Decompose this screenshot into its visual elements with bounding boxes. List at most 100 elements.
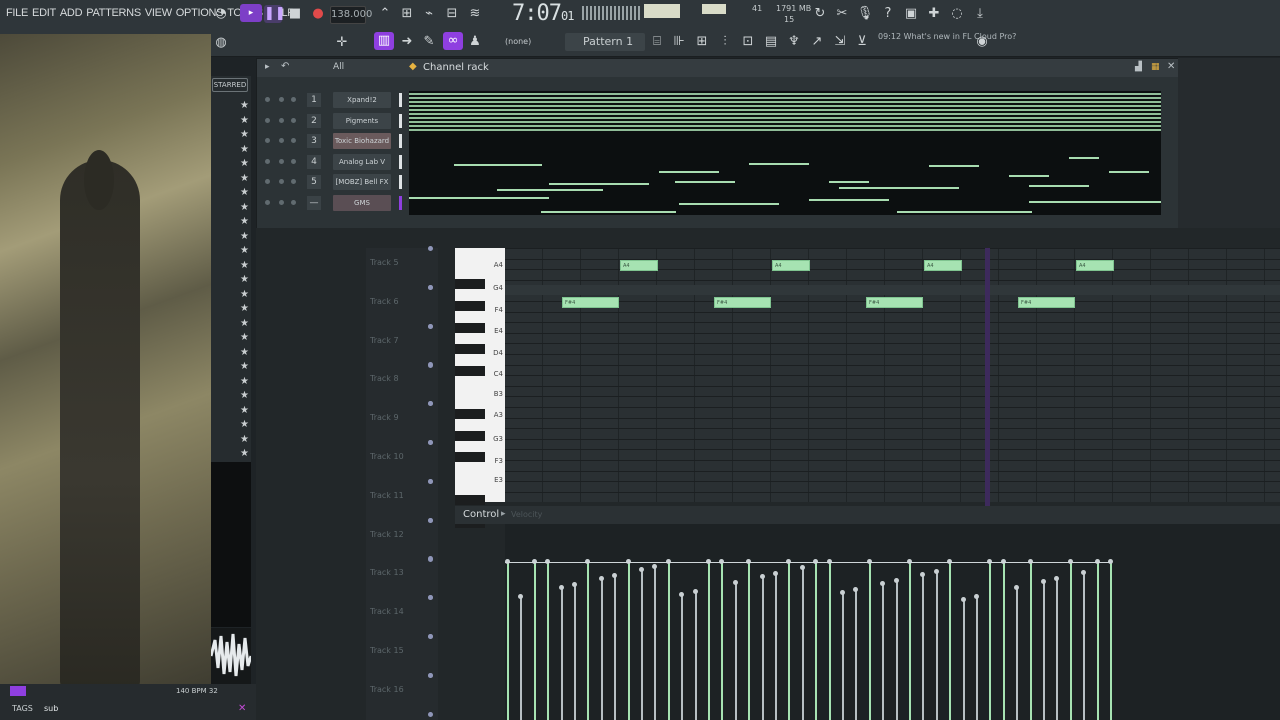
channel-row[interactable]: 3 Toxic Biohazard [257, 132, 1179, 152]
channel-control-dot[interactable] [279, 158, 284, 164]
velocity-bar[interactable] [855, 590, 858, 720]
velocity-bar[interactable] [1029, 562, 1032, 720]
channel-control-dot[interactable] [279, 117, 284, 123]
velocity-bar[interactable] [882, 584, 885, 720]
velocity-bar[interactable] [1096, 562, 1099, 720]
plugin-picker-icon[interactable]: ♆ [785, 33, 803, 51]
channel-control-dot[interactable] [291, 200, 296, 205]
track-label[interactable]: Track 8 [370, 374, 399, 383]
channel-selector-bar[interactable] [399, 196, 402, 210]
black-key[interactable] [455, 495, 485, 505]
cart-icon[interactable]: ⊻ [853, 33, 871, 51]
favorite-star-icon[interactable]: ★ [240, 100, 249, 111]
channel-row[interactable]: 2 Pigments [257, 112, 1179, 132]
velocity-bar[interactable] [868, 562, 871, 720]
velocity-bar[interactable] [520, 597, 523, 720]
velocity-bar[interactable] [761, 577, 764, 720]
velocity-handle[interactable] [1081, 570, 1087, 575]
velocity-bar[interactable] [627, 562, 630, 720]
track-label[interactable]: Track 7 [370, 336, 399, 345]
track-label[interactable]: Track 13 [370, 568, 404, 577]
channel-control-dot[interactable] [265, 200, 270, 205]
black-key[interactable] [455, 431, 485, 441]
velocity-handle[interactable] [558, 585, 564, 590]
channel-row[interactable]: 1 Xpand!2 [257, 91, 1179, 111]
channel-control-dot[interactable] [291, 138, 296, 144]
piano-roll-grid[interactable]: A4 A4 A4 A4 F#4 F#4 F#4 F#4 [505, 248, 1280, 502]
download-icon[interactable]: ⤓ [971, 5, 989, 23]
velocity-bar[interactable] [788, 562, 791, 720]
piano-keyboard[interactable]: A4 G4 F4 E4 D4 C4 B3 A3 G3 F3 E3 [455, 248, 505, 528]
news-hint[interactable]: 09:12 What's new in FL Cloud Pro? [878, 32, 1016, 42]
favorite-star-icon[interactable]: ★ [240, 361, 249, 372]
velocity-bar[interactable] [775, 574, 777, 720]
pattern-selector[interactable]: Pattern 1 [565, 33, 645, 51]
favorite-star-icon[interactable]: ★ [240, 434, 249, 445]
velocity-handle[interactable] [598, 576, 604, 581]
black-key[interactable] [455, 452, 485, 462]
favorite-star-icon[interactable]: ★ [240, 260, 249, 271]
velocity-handle[interactable] [933, 569, 939, 574]
record-button[interactable]: ● [309, 5, 327, 23]
master-pitch-icon[interactable]: ✛ [333, 34, 351, 52]
microphone-icon[interactable]: 🎙 [856, 5, 874, 23]
velocity-handle[interactable] [518, 594, 524, 599]
toolbar-icon-3[interactable]: ⊞ [693, 33, 711, 51]
channel-control-dot[interactable] [265, 158, 270, 164]
velocity-bar[interactable] [641, 570, 643, 720]
channel-control-dot[interactable] [279, 179, 284, 185]
starred-tab[interactable]: STARRED [212, 78, 248, 92]
velocity-bar[interactable] [600, 579, 603, 720]
chat-icon[interactable]: ◌ [948, 5, 966, 23]
velocity-bar[interactable] [734, 583, 737, 720]
favorite-star-icon[interactable]: ★ [240, 405, 249, 416]
velocity-bar[interactable] [1069, 562, 1072, 720]
velocity-handle[interactable] [1041, 579, 1046, 584]
link-tool-icon[interactable]: ∞ [443, 32, 463, 50]
velocity-bar[interactable] [1016, 588, 1019, 720]
channel-control-dot[interactable] [291, 97, 296, 102]
rack-steps-icon[interactable]: ▦ [1151, 62, 1160, 72]
track-mute-dot[interactable] [428, 323, 433, 329]
favorite-star-icon[interactable]: ★ [240, 115, 249, 126]
channel-rack-icon[interactable]: ⊡ [739, 33, 757, 51]
velocity-bar[interactable] [801, 568, 804, 720]
velocity-handle[interactable] [732, 580, 738, 585]
blend-notes-icon[interactable]: ≋ [466, 5, 484, 23]
velocity-handle[interactable] [880, 581, 886, 586]
track-label[interactable]: Track 9 [370, 413, 399, 422]
velocity-handle[interactable] [960, 597, 966, 602]
velocity-bar[interactable] [949, 562, 952, 720]
velocity-bar[interactable] [909, 562, 911, 720]
track-label[interactable]: Track 10 [370, 452, 404, 461]
favorite-star-icon[interactable]: ★ [240, 245, 249, 256]
velocity-handle[interactable] [639, 567, 644, 572]
rack-undo-icon[interactable]: ↶ [281, 61, 289, 72]
velocity-handle[interactable] [1014, 585, 1020, 590]
channel-row[interactable]: — GMS [257, 194, 1179, 214]
toolbar-icon-1[interactable]: ⌸ [648, 33, 666, 51]
channel-row[interactable]: 5 [MOBZ] Bell FX [257, 173, 1179, 193]
favorite-star-icon[interactable]: ★ [240, 202, 249, 213]
velocity-bar[interactable] [815, 562, 818, 720]
favorite-star-icon[interactable]: ★ [240, 173, 249, 184]
velocity-handle[interactable] [853, 587, 859, 592]
velocity-bar[interactable] [533, 562, 536, 720]
menu-view[interactable]: VIEW [145, 7, 172, 19]
velocity-bar[interactable] [842, 593, 844, 720]
channel-selector-bar[interactable] [399, 134, 402, 149]
favorite-star-icon[interactable]: ★ [240, 332, 249, 343]
menu-add[interactable]: ADD [60, 7, 83, 19]
control-label[interactable]: Control [463, 509, 499, 520]
note-f-sharp-4[interactable]: F#4 [866, 297, 923, 308]
note-f-sharp-4[interactable]: F#4 [562, 297, 619, 308]
black-key[interactable] [455, 409, 485, 419]
channel-control-dot[interactable] [279, 97, 284, 102]
note-a4[interactable]: A4 [620, 260, 658, 271]
channel-selector-bar[interactable] [399, 175, 402, 190]
note-a4[interactable]: A4 [772, 260, 810, 271]
track-mute-dot[interactable] [428, 284, 433, 290]
channel-name-button[interactable]: Pigments [333, 112, 391, 129]
rack-close-icon[interactable]: ✕ [1167, 61, 1175, 72]
track-mute-dot[interactable] [428, 672, 433, 678]
